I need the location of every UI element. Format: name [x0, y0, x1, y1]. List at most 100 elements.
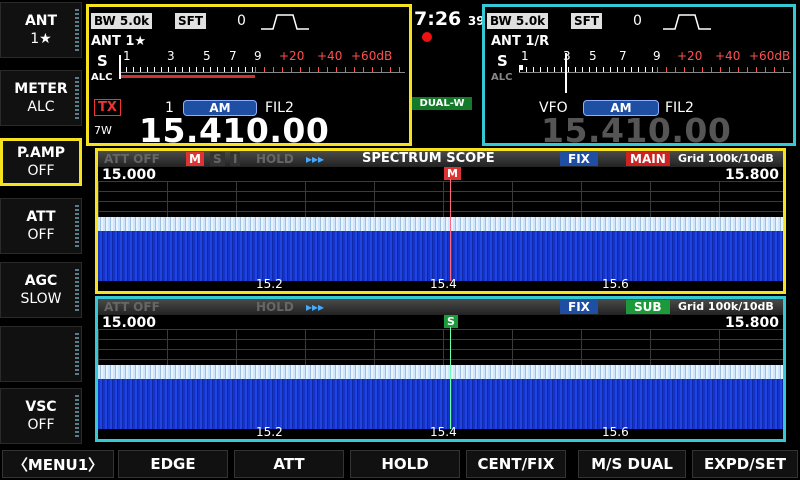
scope-tick: 15.6 — [602, 425, 629, 439]
hold-key[interactable]: HOLD — [350, 450, 460, 478]
scale-plus60: +60dB — [749, 49, 791, 63]
key-level-bar — [75, 205, 79, 247]
filter-shape-icon — [663, 14, 711, 30]
bw-value: 5.0k — [515, 14, 546, 28]
spectrum-noise — [98, 365, 783, 379]
meter-baseline — [519, 72, 791, 73]
scope-tick: 15.4 — [430, 425, 457, 439]
clock-time: 7:26 — [414, 8, 462, 30]
ant-key[interactable]: ANT 1★ — [0, 2, 82, 58]
meter-key-title: METER — [14, 80, 68, 97]
s-meter-label: S — [497, 52, 508, 70]
scope-speed-icon: ▸▸▸ — [306, 152, 325, 166]
att-function-key[interactable]: ATT — [234, 450, 344, 478]
sft-label: SFT — [175, 13, 207, 29]
att-key-value: OFF — [27, 226, 55, 243]
scale-plus40: +40 — [317, 49, 343, 63]
bw-label: BW — [490, 14, 512, 28]
antenna-indicator: ANT 1★ — [91, 34, 147, 49]
scale-3: 3 — [167, 49, 175, 63]
scale-5: 5 — [589, 49, 597, 63]
scale-7: 7 — [619, 49, 627, 63]
scale-5: 5 — [203, 49, 211, 63]
tx-power: 7W — [94, 124, 112, 137]
scale-7: 7 — [229, 49, 237, 63]
scale-plus20: +20 — [279, 49, 305, 63]
antenna-indicator: ANT 1/R — [491, 34, 550, 49]
scope-main-badge: MAIN — [626, 152, 670, 166]
meter-needle — [119, 55, 121, 79]
agc-key-title: AGC — [24, 272, 58, 289]
ms-dual-key[interactable]: M/S DUAL — [578, 450, 686, 478]
edge-key[interactable]: EDGE — [118, 450, 228, 478]
main-frequency[interactable]: 15.410.00 — [139, 111, 329, 150]
vsc-key[interactable]: VSC OFF — [0, 388, 82, 444]
scale-1: 1 — [521, 49, 529, 63]
cent-fix-key[interactable]: CENT/FIX — [466, 450, 566, 478]
meter-key[interactable]: METER ALC — [0, 70, 82, 126]
agc-key[interactable]: AGC SLOW — [0, 262, 82, 318]
alc-label: ALC — [491, 72, 513, 83]
scope-att-label: ATT OFF — [104, 152, 160, 166]
bw-label: BW — [94, 14, 116, 28]
scale-1: 1 — [123, 49, 131, 63]
scope-title: SPECTRUM SCOPE — [362, 151, 495, 166]
scope-header: ATT OFF M S I HOLD ▸▸▸ SPECTRUM SCOPE FI… — [98, 151, 783, 167]
blank-key[interactable] — [0, 326, 82, 382]
scope-header: ATT OFF HOLD ▸▸▸ FIX SUB Grid 100k/10dB — [98, 299, 783, 315]
waterfall — [98, 379, 783, 429]
sub-receiver-panel[interactable]: BW 5.0k SFT 0 ANT 1/R S ALC 1 3 5 7 9 +2… — [482, 4, 796, 150]
meter-baseline — [119, 72, 405, 73]
preamp-key-title: P.AMP — [16, 144, 66, 161]
meter-needle — [565, 53, 567, 93]
scope-speed-icon: ▸▸▸ — [306, 300, 325, 314]
s-meter-label: S — [97, 52, 108, 70]
scope-hold-label: HOLD — [256, 300, 294, 314]
scale-plus40: +40 — [715, 49, 741, 63]
vsc-key-title: VSC — [25, 398, 57, 415]
clock: 7:26 39 — [414, 8, 485, 30]
bw-box: BW 5.0k — [91, 13, 153, 29]
vsc-key-value: OFF — [27, 416, 55, 433]
main-receiver-panel[interactable]: BW 5.0k SFT 0 ANT 1★ S ALC 1 3 5 7 9 +20… — [86, 4, 412, 150]
s-meter-bar — [519, 65, 523, 70]
scope-i-badge: I — [230, 152, 241, 166]
sft-value: 0 — [237, 13, 246, 29]
key-level-bar — [75, 395, 79, 437]
scope-tick: 15.2 — [256, 425, 283, 439]
scope-fix-badge: FIX — [560, 300, 598, 314]
ant-key-value: 1★ — [30, 30, 52, 47]
key-level-bar — [75, 333, 79, 375]
scope-marker-line — [450, 179, 451, 281]
meter-key-value: ALC — [27, 98, 55, 115]
scope-marker-m: M — [444, 167, 461, 180]
scope-grid-label: Grid 100k/10dB — [678, 152, 774, 165]
preamp-key[interactable]: P.AMP OFF — [0, 138, 82, 186]
expd-set-key[interactable]: EXPD/SET — [692, 450, 798, 478]
bw-box: BW 5.0k — [487, 13, 549, 29]
scale-plus20: +20 — [677, 49, 703, 63]
scale-plus60: +60dB — [351, 49, 393, 63]
sub-frequency[interactable]: 15.410.00 — [541, 111, 731, 150]
scope-tick: 15.6 — [602, 277, 629, 291]
att-key[interactable]: ATT OFF — [0, 198, 82, 254]
key-level-bar — [75, 9, 79, 51]
scope-att-label: ATT OFF — [104, 300, 160, 314]
spectrum-noise — [98, 217, 783, 231]
main-spectrum-scope[interactable]: ATT OFF M S I HOLD ▸▸▸ SPECTRUM SCOPE FI… — [95, 148, 786, 294]
waterfall — [98, 231, 783, 281]
sub-spectrum-scope[interactable]: ATT OFF HOLD ▸▸▸ FIX SUB Grid 100k/10dB … — [95, 296, 786, 442]
menu1-key[interactable]: 〈MENU1〉 — [2, 450, 114, 478]
dual-watch-badge: DUAL-W — [412, 97, 472, 110]
scope-sub-badge: SUB — [626, 300, 670, 314]
sft-value: 0 — [633, 13, 642, 29]
scope-m-badge: M — [186, 152, 204, 166]
scope-grid-label: Grid 100k/10dB — [678, 300, 774, 313]
sft-label: SFT — [571, 13, 603, 29]
scale-9: 9 — [254, 49, 262, 63]
alc-zone — [119, 75, 255, 78]
scope-s-badge: S — [210, 152, 225, 166]
preamp-key-value: OFF — [27, 162, 55, 179]
scale-9: 9 — [653, 49, 661, 63]
scope-tick: 15.2 — [256, 277, 283, 291]
